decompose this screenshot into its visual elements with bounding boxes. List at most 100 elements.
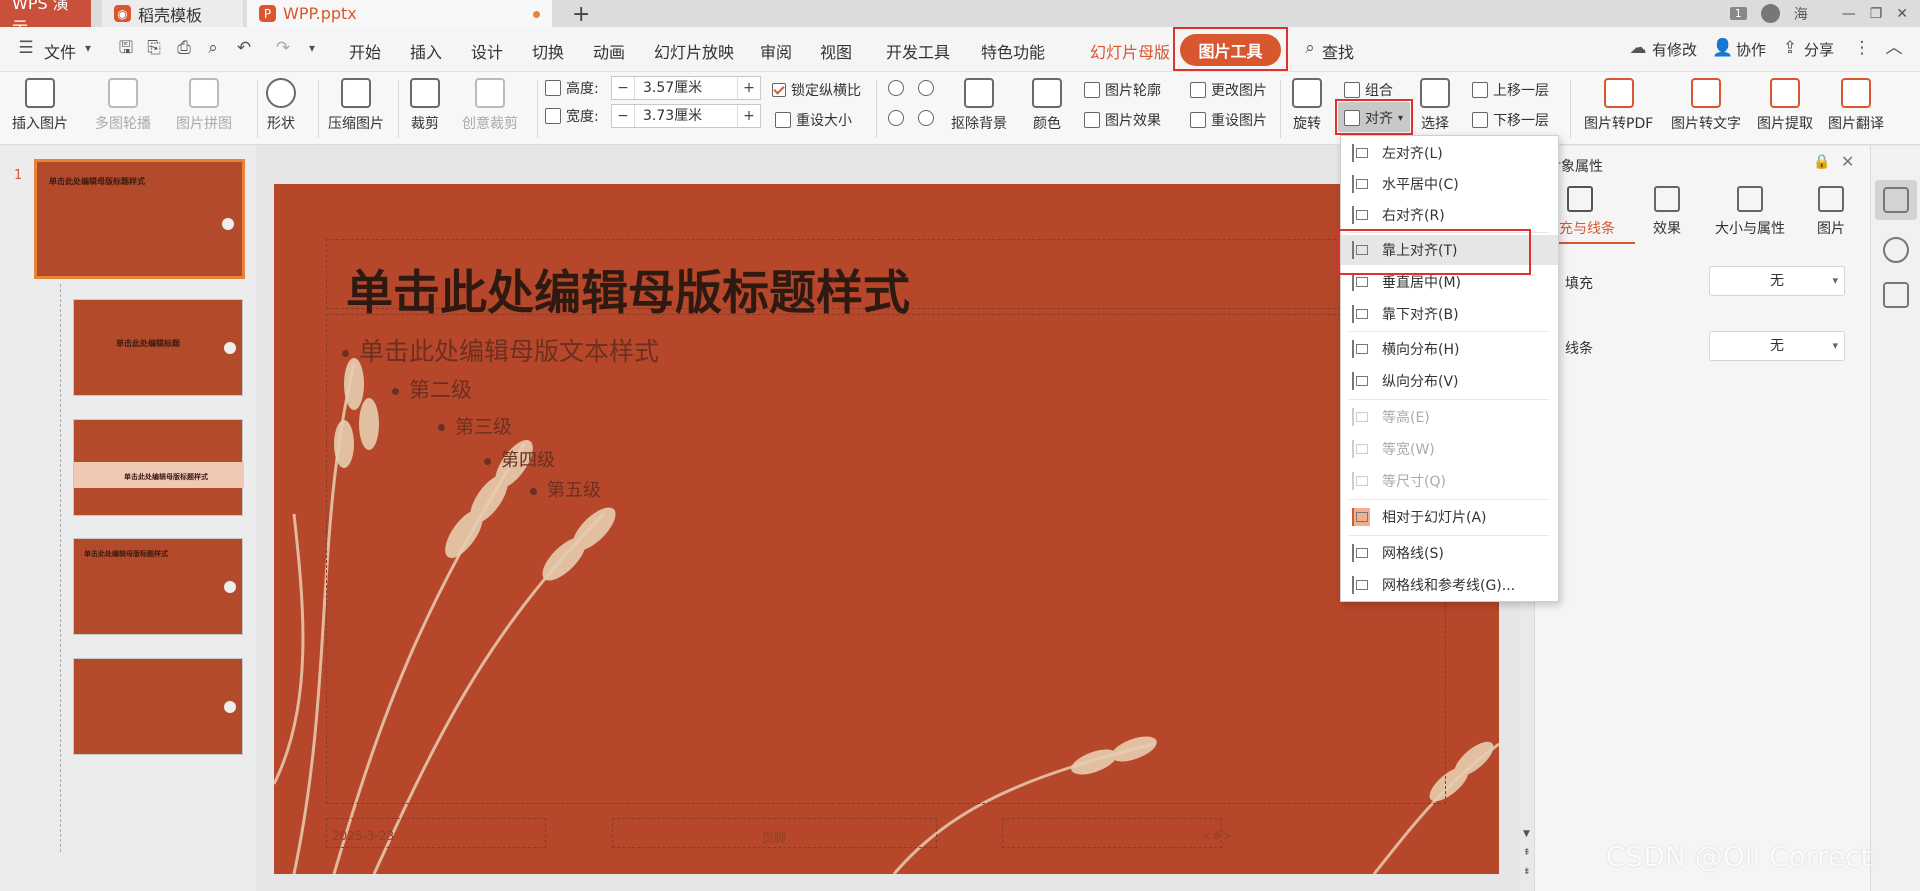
equal-height-item[interactable]: 等高(E) [1341, 402, 1558, 432]
layers-icon[interactable] [1883, 282, 1909, 308]
group-button[interactable]: 组合 [1344, 80, 1393, 100]
lock-icon[interactable]: 🔒 [1813, 154, 1830, 170]
align-center-item[interactable]: 水平居中(C) [1341, 169, 1558, 199]
tab-effects[interactable]: 效果 [1653, 186, 1681, 238]
search-icon[interactable]: ⌕ [1300, 38, 1320, 58]
menu-search[interactable]: 查找 [1322, 39, 1354, 63]
picture-to-text-button[interactable]: 图片转文字 [1671, 78, 1741, 133]
slide-thumbnail-layout-4[interactable] [73, 658, 243, 755]
crop-button[interactable]: 裁剪 [410, 78, 440, 133]
page-up-icon[interactable]: ⇞ [1523, 848, 1531, 858]
new-tab-button[interactable]: + [572, 2, 590, 27]
multi-carousel-button[interactable]: 多图轮播 [95, 78, 151, 133]
distribute-horizontal-item[interactable]: 横向分布(H) [1341, 334, 1558, 364]
menu-picture-tools[interactable]: 图片工具 [1180, 34, 1281, 66]
rotate-button[interactable]: 旋转 [1292, 78, 1322, 133]
menu-view[interactable]: 视图 [820, 39, 852, 63]
picture-to-pdf-button[interactable]: 图片转PDF [1584, 78, 1653, 133]
line-select[interactable]: 无 [1709, 331, 1845, 361]
fill-select[interactable]: 无 [1709, 266, 1845, 296]
has-changes-button[interactable]: 有修改 [1652, 39, 1697, 60]
menu-slide-master[interactable]: 幻灯片母版 [1090, 39, 1170, 63]
select-button[interactable]: 选择 [1420, 78, 1450, 133]
brightness-up-button[interactable] [888, 80, 904, 96]
tab-template[interactable]: ◉ 稻壳模板 [102, 0, 243, 27]
gridlines-and-guides-item[interactable]: 网格线和参考线(G)... [1341, 570, 1558, 600]
slide-title[interactable]: 单击此处编辑母版标题样式 [346, 254, 910, 323]
page-down-icon[interactable]: ⇟ [1523, 867, 1531, 877]
align-right-item[interactable]: 右对齐(R) [1341, 200, 1558, 230]
body-level-5[interactable]: 第五级 [530, 476, 601, 502]
chevron-down-icon[interactable]: ▾ [78, 38, 98, 58]
menu-features[interactable]: 特色功能 [981, 39, 1045, 63]
slide-thumbnail-layout-1[interactable]: 单击此处编辑标题 [73, 299, 243, 396]
menu-developer[interactable]: 开发工具 [886, 39, 950, 63]
star-icon[interactable] [1883, 237, 1909, 263]
width-decrement-button[interactable]: − [612, 108, 634, 124]
change-picture-button[interactable]: 更改图片 [1190, 80, 1267, 100]
width-value[interactable]: 3.73厘米 [634, 105, 738, 127]
width-increment-button[interactable]: + [738, 108, 760, 124]
scroll-down-icon[interactable]: ▼ [1523, 829, 1530, 839]
compress-picture-button[interactable]: 压缩图片 [328, 78, 384, 133]
picture-translate-button[interactable]: 图片翻译 [1828, 78, 1884, 133]
distribute-vertical-item[interactable]: 纵向分布(V) [1341, 366, 1558, 396]
menu-insert[interactable]: 插入 [410, 39, 442, 63]
reset-picture-button[interactable]: 重设图片 [1190, 110, 1267, 130]
body-level-2[interactable]: 第二级 [392, 374, 472, 404]
export-icon[interactable]: ⎘ [144, 38, 164, 58]
picture-effect-button[interactable]: 图片效果 [1084, 110, 1161, 130]
tab-size-and-properties[interactable]: 大小与属性 [1715, 186, 1785, 238]
undo-icon[interactable]: ↶ [234, 38, 254, 58]
quick-access-more-icon[interactable]: ▾ [302, 38, 322, 58]
body-placeholder[interactable] [326, 314, 1446, 804]
window-count-badge[interactable]: 1 [1729, 7, 1747, 20]
tab-picture[interactable]: 图片 [1817, 186, 1845, 238]
hamburger-menu-icon[interactable]: ☰ [16, 38, 36, 58]
restore-icon[interactable]: ❐ [1870, 6, 1883, 22]
remove-background-button[interactable]: 抠除背景 [951, 78, 1007, 133]
close-icon[interactable]: ✕ [1841, 152, 1854, 171]
slide-thumbnail-layout-3[interactable]: 单击此处编辑母版标题样式 [73, 538, 243, 635]
menu-review[interactable]: 审阅 [760, 39, 792, 63]
contrast-down-button[interactable] [918, 110, 934, 126]
brightness-down-button[interactable] [888, 110, 904, 126]
slide-thumbnail-layout-2[interactable]: 单击此处编辑母版标题样式 [73, 419, 244, 516]
tab-file[interactable]: P WPP.pptx [247, 0, 552, 27]
creative-crop-button[interactable]: 创意裁剪 [462, 78, 518, 133]
redo-icon[interactable]: ↷ [273, 38, 293, 58]
user-name[interactable]: 海 [1794, 4, 1808, 24]
picture-collage-button[interactable]: 图片拼图 [176, 78, 232, 133]
menu-design[interactable]: 设计 [471, 39, 503, 63]
reset-size-button[interactable]: 重设大小 [775, 110, 852, 130]
picture-extract-button[interactable]: 图片提取 [1757, 78, 1813, 133]
menu-home[interactable]: 开始 [349, 39, 381, 63]
slide-canvas[interactable]: 单击此处编辑母版标题样式 单击此处编辑母版文本样式 第二级 第三级 第四级 第五… [274, 184, 1499, 874]
minimize-icon[interactable]: — [1842, 6, 1856, 22]
share-button[interactable]: 分享 [1804, 39, 1834, 60]
slide-thumbnail-master[interactable]: 单击此处编辑母版标题样式 [34, 159, 245, 279]
height-value[interactable]: 3.57厘米 [634, 77, 738, 99]
menu-transition[interactable]: 切换 [532, 39, 564, 63]
menu-animation[interactable]: 动画 [593, 39, 625, 63]
print-icon[interactable]: ⎙ [174, 38, 194, 58]
height-decrement-button[interactable]: − [612, 80, 634, 96]
body-level-3[interactable]: 第三级 [438, 412, 512, 439]
height-stepper[interactable]: −3.57厘米 + [611, 76, 761, 100]
avatar[interactable] [1760, 4, 1780, 23]
collaborate-button[interactable]: 协作 [1736, 39, 1766, 60]
save-icon[interactable]: 🖫 [116, 38, 136, 58]
align-left-item[interactable]: 左对齐(L) [1341, 138, 1558, 168]
tab-wps-app[interactable]: WPS 演示 [0, 0, 91, 37]
height-increment-button[interactable]: + [738, 80, 760, 96]
more-options-icon[interactable]: ⋮ [1852, 38, 1872, 58]
page-number-placeholder[interactable] [1002, 818, 1222, 848]
send-backward-button[interactable]: 下移一层 [1472, 110, 1549, 130]
lock-ratio-checkbox[interactable]: 锁定纵横比 [772, 80, 861, 100]
menu-file[interactable]: 文件 [44, 39, 76, 63]
bring-forward-button[interactable]: 上移一层 [1472, 80, 1549, 100]
equal-width-item[interactable]: 等宽(W) [1341, 434, 1558, 464]
color-button[interactable]: 颜色 [1032, 78, 1062, 133]
width-stepper[interactable]: −3.73厘米 + [611, 104, 761, 128]
settings-sliders-icon[interactable] [1883, 187, 1909, 213]
